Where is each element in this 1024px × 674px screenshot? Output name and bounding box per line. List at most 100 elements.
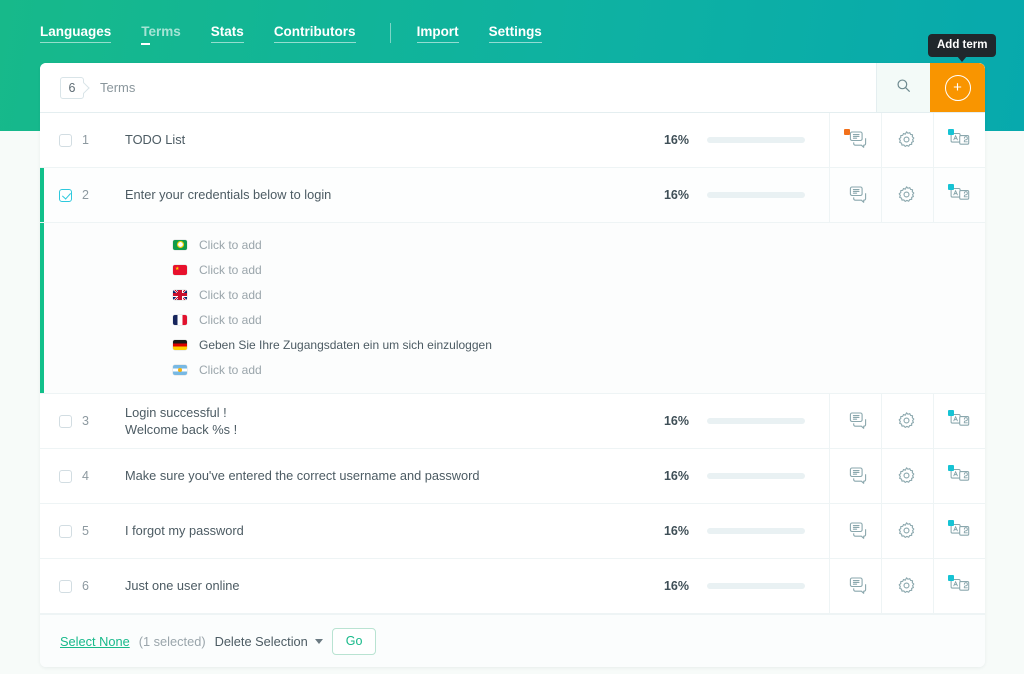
settings-button[interactable]	[881, 559, 933, 613]
term-text-cell[interactable]: Make sure you've entered the correct use…	[125, 449, 643, 503]
translate-badge-dot	[947, 409, 954, 416]
row-checkbox[interactable]	[59, 188, 72, 202]
add-term-button[interactable]: +	[930, 63, 985, 112]
term-text-cell[interactable]: TODO List	[125, 113, 643, 167]
nav-item-import[interactable]: Import	[416, 24, 459, 43]
gear-icon	[897, 411, 919, 432]
settings-button[interactable]	[881, 504, 933, 558]
term-text-line: Make sure you've entered the correct use…	[125, 468, 480, 484]
comments-button[interactable]	[829, 449, 881, 503]
comments-button[interactable]	[829, 113, 881, 167]
row-checkbox[interactable]	[59, 524, 72, 538]
bulk-action-label: Delete Selection	[214, 633, 308, 649]
nav-item-languages[interactable]: Languages	[40, 24, 112, 43]
progress-percent: 16%	[663, 133, 689, 147]
translation-row[interactable]: Click to add	[40, 282, 985, 307]
select-none-link[interactable]: Select None	[60, 634, 130, 649]
flag-gb-icon	[173, 289, 187, 300]
row-checkbox[interactable]	[59, 133, 72, 147]
table-row[interactable]: 1 TODO List 16%	[40, 113, 985, 168]
translation-row[interactable]: Click to add	[40, 357, 985, 382]
bulk-action-dropdown[interactable]: Delete Selection	[215, 634, 323, 649]
terms-count-badge: 6	[60, 76, 84, 99]
flag-de-icon	[173, 339, 187, 350]
table-row[interactable]: 6 Just one user online 16%	[40, 559, 985, 614]
term-text-line: Enter your credentials below to login	[125, 187, 332, 203]
table-row[interactable]: 3 Login successful ! Welcome back %s ! 16%	[40, 394, 985, 449]
comments-icon	[845, 576, 867, 597]
translate-badge-dot	[947, 128, 954, 135]
translate-badge-dot	[947, 574, 954, 581]
translate-button[interactable]	[933, 168, 985, 222]
comments-button[interactable]	[829, 168, 881, 222]
settings-button[interactable]	[881, 449, 933, 503]
gear-icon	[897, 576, 919, 597]
table-row[interactable]: 4 Make sure you've entered the correct us…	[40, 449, 985, 504]
gear-icon	[897, 521, 919, 542]
nav-item-stats[interactable]: Stats	[210, 24, 244, 43]
term-text-line: Just one user online	[125, 578, 240, 594]
nav-item-settings[interactable]: Settings	[488, 24, 542, 43]
progress-track	[707, 473, 805, 479]
row-number: 6	[82, 579, 89, 593]
nav-divider	[389, 23, 391, 43]
translate-icon	[947, 519, 971, 542]
row-checkbox[interactable]	[59, 414, 72, 428]
translate-button[interactable]	[933, 559, 985, 613]
progress-bar-cell	[689, 168, 829, 222]
table-row[interactable]: 2 Enter your credentials below to login 16…	[40, 168, 985, 223]
nav-item-terms[interactable]: Terms	[141, 24, 181, 45]
term-text-cell[interactable]: I forgot my password	[125, 504, 643, 558]
bulk-actions-bar: Select None (1 selected) Delete Selectio…	[40, 614, 985, 667]
progress-percent: 16%	[663, 414, 689, 428]
progress-track	[707, 192, 805, 198]
term-text-cell[interactable]: Just one user online	[125, 559, 643, 613]
progress-percent: 16%	[663, 469, 689, 483]
translation-row[interactable]: ★ Click to add	[40, 257, 985, 282]
comments-icon	[845, 466, 867, 487]
comments-button[interactable]	[829, 559, 881, 613]
settings-button[interactable]	[881, 113, 933, 167]
translate-button[interactable]	[933, 449, 985, 503]
translation-row[interactable]: Click to add	[40, 232, 985, 257]
comments-icon	[845, 411, 867, 432]
term-text-line: I forgot my password	[125, 523, 244, 539]
row-select-cell: 4	[40, 449, 125, 503]
card-header-label: Terms	[100, 80, 136, 95]
progress-track	[707, 583, 805, 589]
translate-button[interactable]	[933, 394, 985, 448]
translations-panel: Click to add ★ Click to add Click to add Cli…	[40, 223, 985, 394]
settings-button[interactable]	[881, 394, 933, 448]
row-checkbox[interactable]	[59, 579, 72, 593]
terms-card: 6 Terms + 1 TODO List 16% 2 Enter your crede…	[40, 63, 985, 667]
term-text-cell[interactable]: Login successful ! Welcome back %s !	[125, 394, 643, 448]
progress-percent: 16%	[663, 188, 689, 202]
translate-button[interactable]	[933, 113, 985, 167]
progress-bar-cell	[689, 113, 829, 167]
term-text-line: Login successful !	[125, 404, 227, 420]
nav-item-contributors[interactable]: Contributors	[273, 24, 356, 43]
gear-icon	[897, 466, 919, 487]
row-select-cell: 2	[40, 168, 125, 222]
progress-bar-cell	[689, 449, 829, 503]
go-button[interactable]: Go	[331, 627, 377, 655]
table-row[interactable]: 5 I forgot my password 16%	[40, 504, 985, 559]
gear-icon	[897, 185, 919, 206]
progress-track	[707, 137, 805, 143]
row-checkbox[interactable]	[59, 469, 72, 483]
comments-button[interactable]	[829, 504, 881, 558]
selected-count-label: (1 selected)	[138, 633, 206, 649]
progress-bar-cell	[689, 559, 829, 613]
translate-button[interactable]	[933, 504, 985, 558]
term-text-line: Welcome back %s !	[125, 422, 238, 437]
term-text-cell[interactable]: Enter your credentials below to login	[125, 168, 643, 222]
translation-row[interactable]: Click to add	[40, 307, 985, 332]
translation-row[interactable]: Geben Sie Ihre Zugangsdaten ein um sich …	[40, 332, 985, 357]
search-button[interactable]	[876, 63, 930, 112]
card-header-left: 6 Terms	[40, 63, 876, 112]
row-number: 3	[82, 414, 89, 428]
settings-button[interactable]	[881, 168, 933, 222]
term-text-line: TODO List	[125, 132, 186, 148]
translate-badge-dot	[947, 183, 954, 190]
comments-button[interactable]	[829, 394, 881, 448]
